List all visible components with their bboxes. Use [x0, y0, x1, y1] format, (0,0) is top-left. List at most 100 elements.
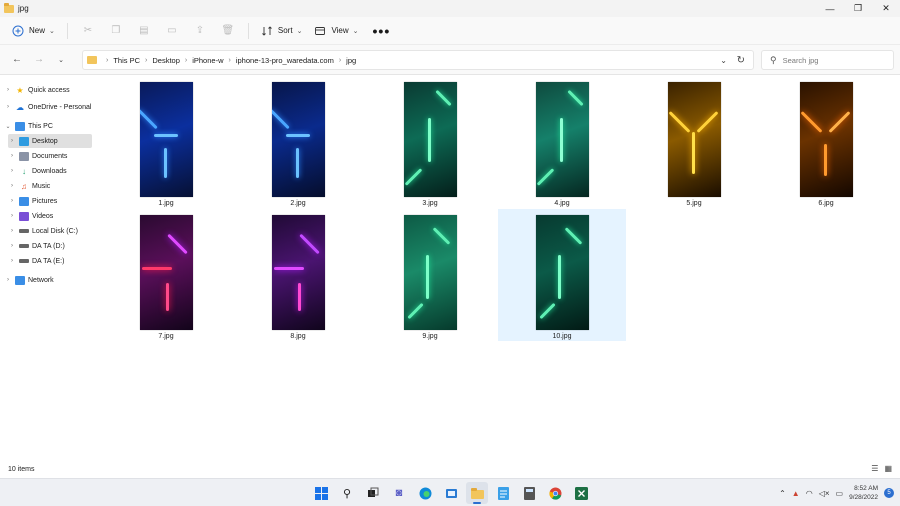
file-name: 5.jpg: [686, 200, 702, 207]
sort-button[interactable]: Sort ⌄: [255, 20, 309, 42]
breadcrumb-jpg[interactable]: jpg: [346, 56, 356, 65]
chrome-icon[interactable]: [544, 482, 566, 504]
file-tile-selected[interactable]: 10.jpg: [498, 209, 626, 341]
file-tile[interactable]: 3.jpg: [366, 76, 494, 208]
chevron-right-icon[interactable]: ›: [8, 138, 16, 144]
sidebar-item-downloads[interactable]: › ↓ Downloads: [8, 164, 67, 178]
file-tile[interactable]: 5.jpg: [630, 76, 758, 208]
file-tile[interactable]: 6.jpg: [762, 76, 890, 208]
file-name: 9.jpg: [422, 333, 438, 340]
share-icon[interactable]: ⇪: [186, 20, 214, 42]
delete-icon[interactable]: 🗑: [214, 20, 242, 42]
cut-icon[interactable]: ✂: [74, 20, 102, 42]
chevron-right-icon[interactable]: ›: [8, 153, 16, 159]
recent-locations-button[interactable]: ⌄: [50, 49, 72, 71]
notification-badge[interactable]: 5: [884, 488, 894, 498]
clock[interactable]: 8:52 AM 9/28/2022: [849, 484, 878, 502]
maximize-button[interactable]: ❐: [844, 0, 872, 17]
breadcrumb-iphone-13-pro[interactable]: iphone-13-pro_waredata.com: [236, 56, 334, 65]
chevron-right-icon[interactable]: ›: [4, 87, 12, 93]
sidebar-item-desktop[interactable]: › Desktop: [8, 134, 92, 148]
pictures-icon: [19, 196, 29, 206]
chevron-right-icon[interactable]: ›: [8, 243, 16, 249]
breadcrumb-this-pc[interactable]: This PC: [113, 56, 140, 65]
file-tile[interactable]: 9.jpg: [366, 209, 494, 341]
chevron-right-icon[interactable]: ›: [8, 198, 16, 204]
rename-icon[interactable]: ▭: [158, 20, 186, 42]
sidebar-item-label: Local Disk (C:): [32, 227, 78, 235]
drive-icon: [19, 259, 29, 263]
sidebar-item-network[interactable]: › Network: [4, 273, 54, 287]
file-tile[interactable]: 7.jpg: [102, 209, 230, 341]
search-icon[interactable]: ⚲: [336, 482, 358, 504]
edge-icon[interactable]: [414, 482, 436, 504]
sidebar-item-onedrive[interactable]: › ☁ OneDrive - Personal: [4, 100, 91, 114]
sidebar-item-data-d[interactable]: › DA TA (D:): [8, 239, 65, 253]
chevron-right-icon[interactable]: ›: [4, 277, 12, 283]
sidebar-item-quick-access[interactable]: › ★ Quick access: [4, 83, 70, 97]
chevron-down-icon[interactable]: ⌄: [4, 123, 12, 130]
thumbnail: [139, 82, 193, 197]
forward-button[interactable]: →: [28, 49, 50, 71]
search-placeholder: Search jpg: [782, 55, 819, 65]
file-tile[interactable]: 1.jpg: [102, 76, 230, 208]
sidebar-item-pictures[interactable]: › Pictures: [8, 194, 57, 208]
file-tile[interactable]: 2.jpg: [234, 76, 362, 208]
more-options-button[interactable]: •••: [365, 20, 399, 42]
thumbnail: [667, 82, 721, 197]
new-button[interactable]: New ⌄: [6, 20, 61, 42]
view-button[interactable]: View ⌄: [308, 20, 364, 42]
excel-icon[interactable]: [570, 482, 592, 504]
copy-icon[interactable]: ❐: [102, 20, 130, 42]
task-view-icon[interactable]: [362, 482, 384, 504]
file-tile[interactable]: 4.jpg: [498, 76, 626, 208]
chevron-down-icon[interactable]: ⌄: [720, 56, 727, 65]
store-icon[interactable]: [440, 482, 462, 504]
star-icon: ★: [16, 85, 24, 95]
sidebar-item-label: Desktop: [32, 137, 58, 145]
refresh-icon[interactable]: ↻: [737, 55, 745, 66]
back-button[interactable]: ←: [6, 49, 28, 71]
chevron-right-icon[interactable]: ›: [4, 104, 12, 110]
sidebar-item-this-pc[interactable]: ⌄ This PC: [4, 119, 53, 133]
feedback-icon[interactable]: ▲: [792, 489, 800, 498]
chevron-right-icon[interactable]: ›: [8, 228, 16, 234]
close-button[interactable]: ✕: [872, 0, 900, 17]
sidebar-item-music[interactable]: › ♫ Music: [8, 179, 50, 193]
calculator-icon[interactable]: [518, 482, 540, 504]
file-tile[interactable]: 8.jpg: [234, 209, 362, 341]
file-name: 6.jpg: [818, 200, 834, 207]
sort-label: Sort: [277, 26, 293, 35]
file-name: 2.jpg: [290, 200, 306, 207]
chevron-right-icon[interactable]: ›: [8, 168, 16, 174]
notepad-icon[interactable]: [492, 482, 514, 504]
address-row: ← → ⌄ ↑ › This PC › Desktop › iPhone-w ›…: [0, 45, 900, 75]
details-view-icon[interactable]: ☰: [871, 464, 878, 473]
battery-icon[interactable]: ▭: [836, 489, 844, 498]
sidebar-item-documents[interactable]: › Documents: [8, 149, 67, 163]
taskbar-apps: ⚲ ◙: [310, 482, 592, 504]
wifi-icon[interactable]: ◠: [806, 489, 813, 498]
paste-icon[interactable]: ▤: [130, 20, 158, 42]
thumbnail: [535, 82, 589, 197]
file-name: 3.jpg: [422, 200, 438, 207]
breadcrumb-desktop[interactable]: Desktop: [152, 56, 180, 65]
chevron-right-icon[interactable]: ›: [8, 213, 16, 219]
start-icon[interactable]: [310, 482, 332, 504]
file-explorer-icon[interactable]: [466, 482, 488, 504]
sidebar-item-data-e[interactable]: › DA TA (E:): [8, 254, 64, 268]
chevron-right-icon: ›: [228, 56, 231, 64]
chevron-right-icon: ›: [184, 56, 188, 64]
minimize-button[interactable]: —: [816, 0, 844, 17]
sidebar-item-videos[interactable]: › Videos: [8, 209, 53, 223]
chevron-right-icon[interactable]: ›: [8, 183, 16, 189]
chevron-right-icon[interactable]: ›: [8, 258, 16, 264]
chevron-up-icon[interactable]: ⌃: [779, 489, 786, 498]
tiles-view-icon[interactable]: ▦: [884, 464, 892, 473]
volume-icon[interactable]: ◁×: [819, 489, 830, 498]
sidebar-item-local-disk-c[interactable]: › Local Disk (C:): [8, 224, 78, 238]
breadcrumb-iphone-w[interactable]: iPhone-w: [192, 56, 223, 65]
address-bar[interactable]: › This PC › Desktop › iPhone-w › iphone-…: [82, 50, 754, 70]
search-box[interactable]: ⚲ Search jpg: [761, 50, 894, 70]
chat-icon[interactable]: ◙: [388, 482, 410, 504]
